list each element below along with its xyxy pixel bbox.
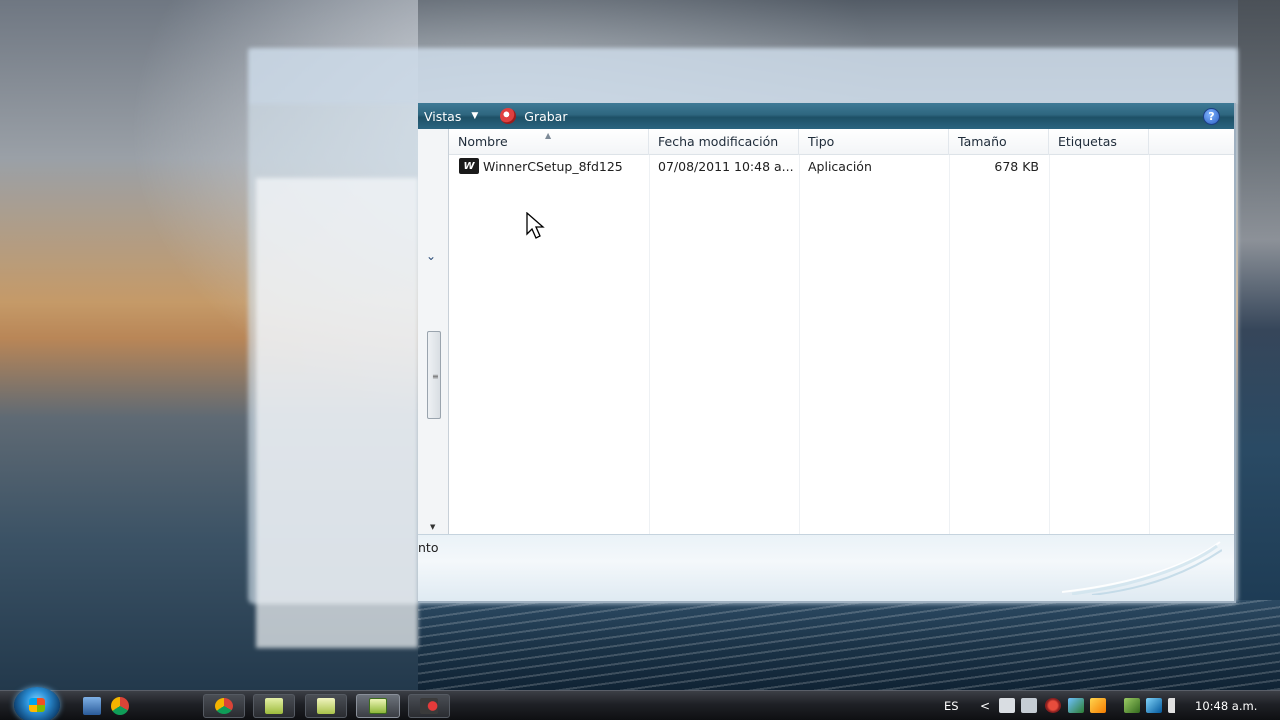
volume-icon[interactable] [1168,698,1184,713]
help-icon[interactable]: ? [1203,108,1220,125]
clock[interactable]: 10:48 a.m. [1195,699,1257,713]
folders-collapse-chevron-icon[interactable]: ⌄ [426,249,436,263]
scrollbar-thumb[interactable]: ≡ [427,331,441,419]
application-icon: W [459,158,479,174]
command-bar: Vistas ▼ Grabar ? [418,103,1234,129]
file-name: WinnerCSetup_8fd125 [483,158,623,174]
views-label: Vistas [424,108,462,124]
taskbar-notepad-button[interactable] [305,694,347,718]
column-header-name[interactable]: ▲ Nombre [449,129,649,155]
notepad-icon [317,698,335,714]
show-desktop-icon[interactable] [83,697,101,715]
explorer-window: Vistas ▼ Grabar ? ⌄ ≡ ▼ ▲ Nombre Fecha m… [418,103,1236,603]
desktop-water [418,600,1280,692]
tray-expand-chevron-icon[interactable]: < [980,699,990,713]
file-row[interactable]: W WinnerCSetup_8fd125 07/08/2011 10:48 a… [449,156,1234,176]
explorer-folder-icon [369,698,387,714]
tray-tool-icon[interactable] [1124,698,1140,713]
start-button[interactable] [14,687,60,720]
taskbar-chrome-button[interactable] [203,694,245,718]
file-type: Aplicación [808,158,872,174]
column-header-date[interactable]: Fecha modificación [649,129,799,155]
file-modified: 07/08/2011 10:48 a... [658,158,794,174]
taskbar-recorder-button[interactable] [408,694,450,718]
sort-ascending-icon: ▲ [545,131,552,140]
record-icon [420,698,438,714]
burn-button[interactable]: Grabar [484,103,573,129]
chevron-down-icon: ▼ [471,111,479,121]
chrome-icon [215,698,233,714]
update-icon[interactable] [1090,698,1106,713]
network-icon[interactable] [1146,698,1162,713]
file-size: 678 KB [994,158,1039,174]
column-header-row: ▲ Nombre Fecha modificación Tipo Tamaño … [449,129,1234,155]
tray-app-icon[interactable] [1021,698,1037,713]
navigation-scrollbar[interactable]: ≡ ▼ [426,275,441,535]
column-header-tags[interactable]: Etiquetas [1049,129,1149,155]
decorative-swoosh-icon [1062,541,1222,595]
keyboard-icon[interactable] [999,698,1015,713]
burn-disc-icon [500,108,517,124]
navigation-pane: ⌄ ≡ ▼ [418,129,448,534]
taskbar: ES < 10:48 a.m. [0,687,1280,720]
mouse-cursor-icon [526,212,545,239]
language-indicator[interactable]: ES [944,699,959,713]
network-app-icon[interactable] [1068,698,1084,713]
antivirus-icon[interactable] [1045,698,1061,713]
column-header-type[interactable]: Tipo [799,129,949,155]
taskbar-folder-button[interactable] [253,694,295,718]
taskbar-explorer-button[interactable] [356,694,400,718]
folder-icon [265,698,283,714]
desktop-background-right [1238,0,1280,600]
views-button[interactable]: Vistas ▼ [418,103,484,129]
details-pane: nto [418,534,1234,601]
chrome-icon[interactable] [111,697,129,715]
scroll-down-arrow-icon[interactable]: ▼ [430,523,435,531]
details-text: nto [418,540,439,555]
column-header-size[interactable]: Tamaño [949,129,1049,155]
file-name-cell[interactable]: W WinnerCSetup_8fd125 [449,158,649,174]
burn-label: Grabar [524,108,568,124]
file-list: ▲ Nombre Fecha modificación Tipo Tamaño … [448,129,1234,534]
grip-icon: ≡ [432,372,439,381]
